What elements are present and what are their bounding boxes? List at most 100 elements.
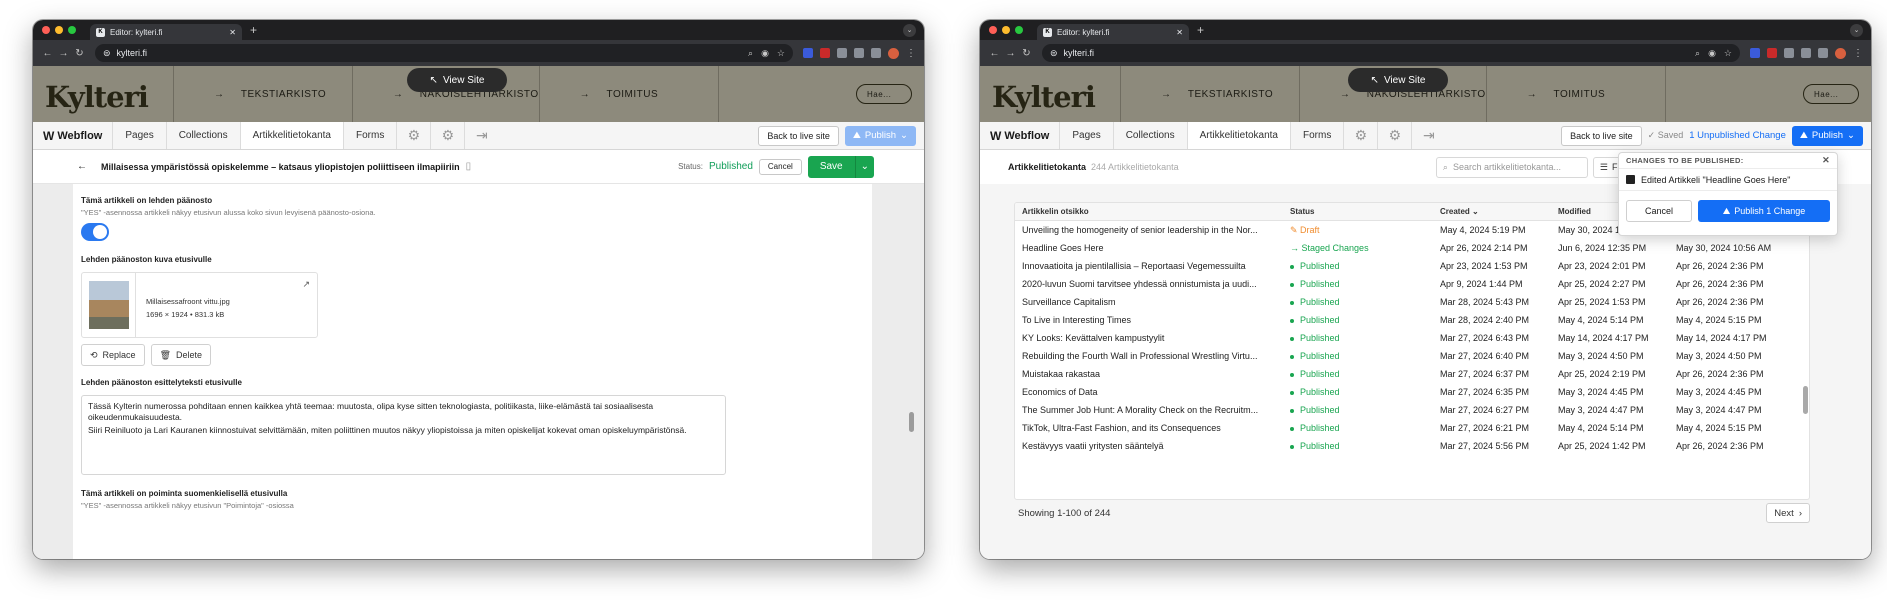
logout-icon[interactable]: ⇥: [464, 122, 498, 149]
nav-artikkelitietokanta[interactable]: Artikkelitietokanta: [1186, 122, 1290, 149]
webflow-brand[interactable]: W Webflow: [33, 122, 112, 149]
extension-shield-icon[interactable]: [803, 48, 813, 58]
eye-icon[interactable]: ◉: [761, 48, 769, 59]
open-external-icon[interactable]: ↗: [302, 278, 310, 291]
bookmark-star-icon[interactable]: ☆: [777, 48, 785, 59]
document-icon[interactable]: ▯: [466, 161, 472, 172]
new-tab-icon[interactable]: +: [250, 23, 257, 37]
table-row[interactable]: Kestävyys vaatii yritysten sääntelyä Publ…: [1015, 437, 1809, 455]
next-page-button[interactable]: Next ›: [1766, 503, 1810, 523]
settings-gear-icon[interactable]: ⚙: [396, 122, 430, 149]
site-nav-item[interactable]: → TOIMITUS: [1485, 66, 1665, 122]
unpublished-changes-link[interactable]: 1 Unpublished Change: [1689, 130, 1786, 141]
site-settings-icon[interactable]: ⚙: [1377, 122, 1411, 149]
replace-button[interactable]: ⟲ Replace: [81, 344, 145, 366]
delete-button[interactable]: 🗑 Delete: [150, 344, 212, 366]
publish-cancel-button[interactable]: Cancel: [1626, 200, 1692, 222]
site-logo[interactable]: Kylteri: [980, 66, 1120, 122]
settings-gear-icon[interactable]: ⚙: [1343, 122, 1377, 149]
extensions-puzzle-icon[interactable]: [854, 48, 864, 58]
tab-close-icon[interactable]: ✕: [1176, 28, 1183, 37]
nav-forms[interactable]: Forms: [343, 122, 396, 149]
tab-search-icon[interactable]: ⌄: [1850, 23, 1863, 37]
reload-icon[interactable]: ↻: [73, 48, 86, 59]
view-site-button[interactable]: ↖ View Site: [407, 68, 507, 92]
table-row[interactable]: Muistakaa rakastaa Published Mar 27, 2024 …: [1015, 365, 1809, 383]
scrollbar-thumb[interactable]: [909, 412, 914, 432]
webflow-brand[interactable]: W Webflow: [980, 122, 1059, 149]
eye-icon[interactable]: ◉: [1708, 48, 1716, 59]
site-nav-item[interactable]: → TOIMITUS: [538, 66, 718, 122]
minimize-window-icon[interactable]: [55, 26, 63, 34]
main-feature-toggle[interactable]: [81, 223, 109, 241]
nav-collections[interactable]: Collections: [165, 122, 240, 149]
close-window-icon[interactable]: [989, 26, 997, 34]
table-scrollbar-thumb[interactable]: [1803, 386, 1808, 414]
save-chevron-icon[interactable]: ⌄: [854, 155, 874, 178]
publish-button[interactable]: ⛰ Publish ⌄: [1791, 125, 1863, 146]
browser-menu-icon[interactable]: ⋮: [906, 48, 916, 59]
collection-search-input[interactable]: ⌕ Search artikkelitietokanta...: [1435, 156, 1588, 178]
extensions-puzzle-icon[interactable]: [1801, 48, 1811, 58]
table-row[interactable]: Headline Goes Here → Staged Changes Apr 26…: [1015, 239, 1809, 257]
image-thumbnail[interactable]: [82, 273, 136, 337]
site-nav-item[interactable]: → TEKSTIARKISTO: [1120, 66, 1299, 122]
profile-avatar[interactable]: [888, 47, 899, 59]
table-row[interactable]: KY Looks: Kevättalven kampustyylit Publis…: [1015, 329, 1809, 347]
table-row[interactable]: Innovaatioita ja pientilallisia – Report…: [1015, 257, 1809, 275]
site-info-icon[interactable]: ⊜: [1050, 48, 1058, 59]
extension-icon[interactable]: [1767, 48, 1777, 58]
column-header-title[interactable]: Artikkelin otsikko: [1015, 207, 1285, 216]
sidepanel-icon[interactable]: [871, 48, 881, 58]
browser-menu-icon[interactable]: ⋮: [1853, 48, 1863, 59]
extension-grid-icon[interactable]: [837, 48, 847, 58]
site-search-input[interactable]: Hae...: [856, 84, 912, 104]
nav-collections[interactable]: Collections: [1112, 122, 1187, 149]
nav-artikkelitietokanta[interactable]: Artikkelitietokanta: [239, 122, 343, 149]
site-search-input[interactable]: Hae...: [1803, 84, 1859, 104]
cancel-button[interactable]: Cancel: [758, 158, 802, 175]
nav-forms[interactable]: Forms: [1290, 122, 1343, 149]
nav-pages[interactable]: Pages: [1059, 122, 1112, 149]
extension-shield-icon[interactable]: [1750, 48, 1760, 58]
site-settings-icon[interactable]: ⚙: [430, 122, 464, 149]
maximize-window-icon[interactable]: [1015, 26, 1023, 34]
table-row[interactable]: 2020-luvun Suomi tarvitsee yhdessä onnis…: [1015, 275, 1809, 293]
back-icon[interactable]: ←: [988, 48, 1001, 59]
publish-one-change-button[interactable]: ⛰ Publish 1 Change: [1698, 200, 1830, 222]
nav-pages[interactable]: Pages: [112, 122, 165, 149]
back-arrow-icon[interactable]: ←: [77, 161, 87, 172]
close-icon[interactable]: ✕: [1822, 155, 1830, 166]
extension-icon[interactable]: [820, 48, 830, 58]
back-to-live-button[interactable]: Back to live site: [758, 125, 839, 146]
view-site-button[interactable]: ↖ View Site: [1348, 68, 1448, 92]
bookmark-star-icon[interactable]: ☆: [1724, 48, 1732, 59]
table-row[interactable]: Economics of Data Published Mar 27, 2024 6…: [1015, 383, 1809, 401]
table-row[interactable]: Surveillance Capitalism Published Mar 28, …: [1015, 293, 1809, 311]
zoom-icon[interactable]: ⌕: [1695, 48, 1700, 59]
table-row[interactable]: To Live in Interesting Times Published Mar…: [1015, 311, 1809, 329]
new-tab-icon[interactable]: +: [1197, 23, 1204, 37]
sidepanel-icon[interactable]: [1818, 48, 1828, 58]
back-icon[interactable]: ←: [41, 48, 54, 59]
table-row[interactable]: Rebuilding the Fourth Wall in Profession…: [1015, 347, 1809, 365]
site-nav-item[interactable]: → TEKSTIARKISTO: [173, 66, 352, 122]
url-field[interactable]: ⊜ kylteri.fi ⌕ ◉ ☆: [1042, 44, 1740, 62]
column-header-created[interactable]: Created ⌄: [1440, 207, 1558, 216]
back-to-live-button[interactable]: Back to live site: [1561, 125, 1642, 146]
site-logo[interactable]: Kylteri: [33, 66, 173, 122]
extension-grid-icon[interactable]: [1784, 48, 1794, 58]
site-info-icon[interactable]: ⊜: [103, 48, 111, 59]
save-button[interactable]: Save ⌄: [807, 155, 874, 178]
browser-tab[interactable]: K Editor: kylteri.fi ✕: [90, 24, 242, 40]
forward-icon[interactable]: →: [1004, 48, 1017, 59]
browser-tab[interactable]: K Editor: kylteri.fi ✕: [1037, 24, 1189, 40]
intro-textarea[interactable]: Tässä Kylterin numerossa pohditaan ennen…: [81, 395, 726, 475]
table-row[interactable]: The Summer Job Hunt: A Morality Check on…: [1015, 401, 1809, 419]
close-window-icon[interactable]: [42, 26, 50, 34]
reload-icon[interactable]: ↻: [1020, 48, 1033, 59]
tab-close-icon[interactable]: ✕: [229, 28, 236, 37]
url-field[interactable]: ⊜ kylteri.fi ⌕ ◉ ☆: [95, 44, 793, 62]
forward-icon[interactable]: →: [57, 48, 70, 59]
profile-avatar[interactable]: [1835, 47, 1846, 59]
